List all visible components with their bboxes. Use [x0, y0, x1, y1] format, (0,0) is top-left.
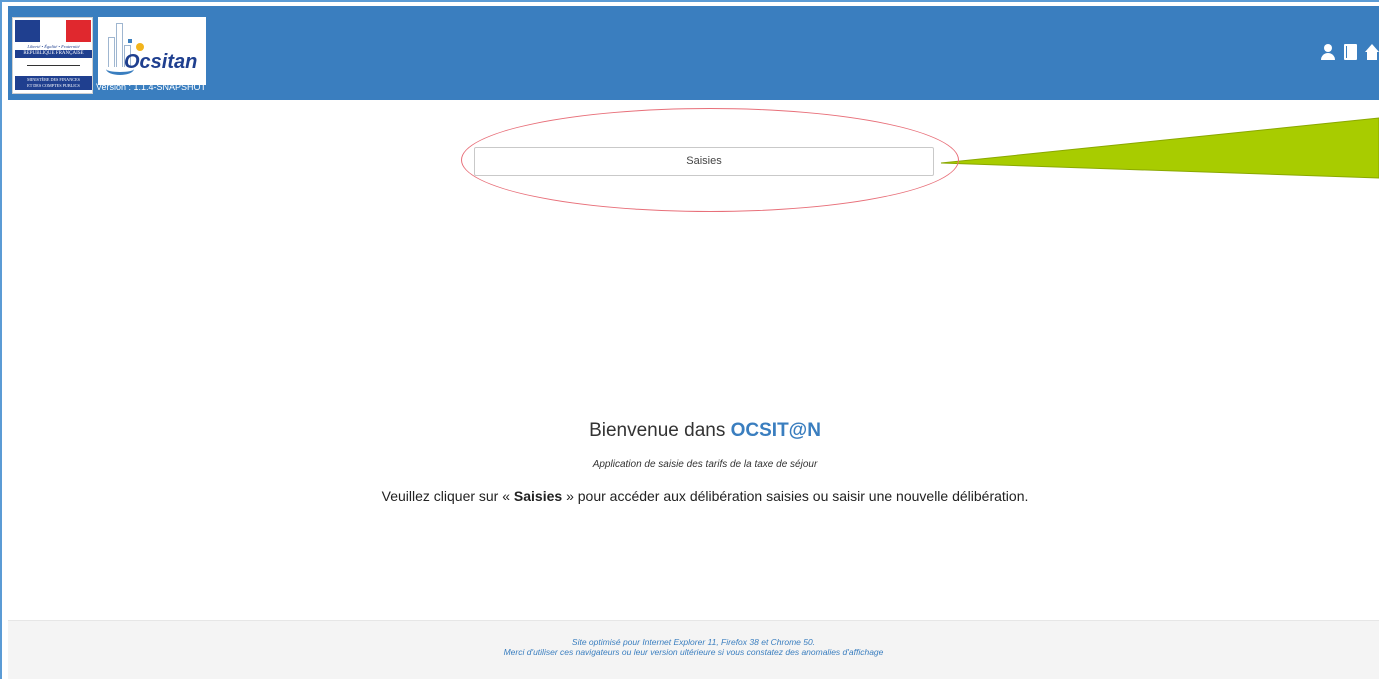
welcome-subtitle: Application de saisie des tarifs de la t…: [592, 459, 818, 470]
app-header: Liberté • Égalité • Fraternité RÉPUBLIQU…: [8, 6, 1379, 100]
welcome-app-name: OCSIT@N: [730, 420, 821, 441]
version-label: Version : 1.1.4-SNAPSHOT: [96, 82, 207, 92]
logo-ministere: MINISTÈRE DES FINANCES ET DES COMPTES PU…: [15, 76, 92, 90]
ocsitan-logo: Ocsitan: [98, 17, 206, 85]
book-icon[interactable]: [1344, 44, 1357, 60]
footer-line1: Site optimisé pour Internet Explorer 11,…: [571, 637, 816, 647]
logo-divider: [27, 65, 80, 66]
header-actions: [1320, 44, 1379, 60]
window-frame: [0, 0, 1379, 679]
logo-republique: RÉPUBLIQUE FRANÇAISE: [15, 50, 92, 58]
welcome-instruction: Veuillez cliquer sur « Saisies » pour ac…: [380, 488, 1030, 504]
welcome-prefix: Bienvenue dans: [589, 420, 731, 441]
saisies-button[interactable]: Saisies: [474, 147, 934, 176]
logo-sun-icon: [136, 43, 144, 51]
welcome-title: Bienvenue dans OCSIT@N: [0, 420, 1379, 442]
ministry-logo: Liberté • Égalité • Fraternité RÉPUBLIQU…: [12, 17, 93, 94]
instruction-before: Veuillez cliquer sur «: [381, 488, 514, 504]
logo-ministere-line2: ET DES COMPTES PUBLICS: [27, 83, 80, 88]
logo-text: Ocsitan: [124, 51, 198, 73]
logo-square-icon: [128, 39, 132, 43]
footer-line2: Merci d'utiliser ces navigateurs ou leur…: [503, 647, 884, 657]
user-icon[interactable]: [1320, 44, 1336, 60]
logo-devise: Liberté • Égalité • Fraternité: [27, 44, 80, 49]
french-flag-icon: [15, 20, 91, 42]
instruction-after: » pour accéder aux délibération saisies …: [562, 488, 1029, 504]
instruction-bold: Saisies: [513, 488, 563, 504]
home-icon[interactable]: [1365, 44, 1379, 60]
page-footer: Site optimisé pour Internet Explorer 11,…: [8, 620, 1379, 679]
